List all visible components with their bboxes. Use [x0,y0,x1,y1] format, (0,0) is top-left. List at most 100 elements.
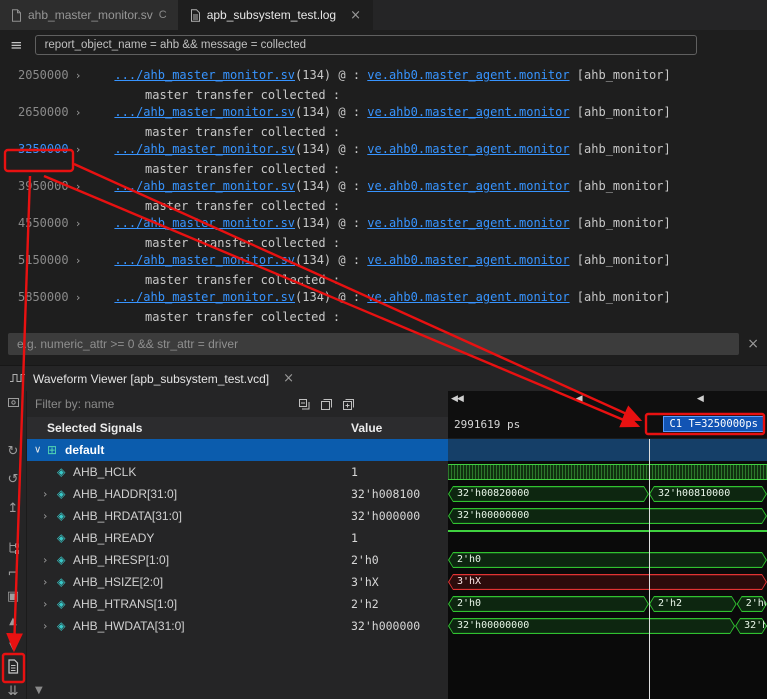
chevron-right-icon[interactable]: › [76,217,80,230]
collapse-all-icon[interactable] [298,398,311,411]
waveform-canvas[interactable]: 32'h00820000 32'h00810000 32'h00000000 2… [448,439,767,699]
signal-row-ahb-hready[interactable]: ◈ AHB_HREADY 1 [27,527,448,549]
signal-row-ahb-hsize[interactable]: › ◈ AHB_HSIZE[2:0] 3'hX [27,571,448,593]
chevron-right-icon[interactable]: › [76,291,80,304]
attribute-filter-bar: × [8,333,759,355]
signal-value: 2'h0 [351,553,379,567]
tab-ahb-master-monitor-sv[interactable]: ahb_master_monitor.sv C [0,0,179,30]
wave-row-default[interactable] [448,439,767,461]
scope-link[interactable]: ve.ahb0.master_agent.monitor [367,253,569,267]
chevron-right-icon[interactable]: › [43,598,47,611]
log-entry: 4550000 › .../ahb_master_monitor.sv(134) @… [18,214,767,251]
file-link[interactable]: .../ahb_master_monitor.sv [114,290,295,304]
attribute-filter-input[interactable] [8,333,740,355]
file-link[interactable]: .../ahb_master_monitor.sv [114,216,295,230]
signal-value: 32'h000000 [351,619,421,633]
signal-row-ahb-htrans[interactable]: › ◈ AHB_HTRANS[1:0] 2'h2 [27,593,448,615]
signal-row-ahb-hresp[interactable]: › ◈ AHB_HRESP[1:0] 2'h0 [27,549,448,571]
wave-row-ahb-hclk[interactable] [448,461,767,483]
scroll-bottom-icon[interactable]: ⇊ [0,685,26,698]
chevron-right-icon[interactable]: › [76,180,80,193]
log-entry: 3950000 › .../ahb_master_monitor.sv(134) @… [18,177,767,214]
scope-link[interactable]: ve.ahb0.master_agent.monitor [367,216,569,230]
signal-row-ahb-hrdata[interactable]: › ◈ AHB_HRDATA[31:0] 32'h000000 [27,505,448,527]
log-timestamp[interactable]: 2050000 [18,66,70,85]
move-down-icon[interactable]: ▼ [0,642,26,652]
file-link[interactable]: .../ahb_master_monitor.sv [114,179,295,193]
prev-marker-icon[interactable]: ◀ [576,394,583,404]
log-timestamp[interactable]: 4550000 [18,214,70,233]
signal-row-ahb-haddr[interactable]: › ◈ AHB_HADDR[31:0] 32'h008100 [27,483,448,505]
move-up-icon[interactable]: ▲ [0,617,26,627]
signal-row-ahb-hwdata[interactable]: › ◈ AHB_HWDATA[31:0] 32'h000000 [27,615,448,637]
wave-row-ahb-htrans[interactable]: 2'h0 2'h2 2'h0 [448,593,767,615]
log-filter-text: report_object_name = ahb && message = co… [44,39,307,51]
group-label: default [65,443,105,457]
signal-group-default[interactable]: ∨ ⊞ default [27,439,448,461]
scope-link[interactable]: ve.ahb0.master_agent.monitor [367,179,569,193]
chevron-right-icon[interactable]: › [43,576,47,589]
record-icon[interactable]: ▣ [0,590,26,603]
new-group-icon[interactable] [320,398,333,411]
chevron-right-icon[interactable]: › [43,554,47,567]
rewind-marker-icon[interactable]: ◀◀ [451,394,464,404]
scroll-top-icon[interactable]: ↥ [0,502,26,515]
snapshot-icon[interactable] [0,396,26,411]
chevron-right-icon[interactable]: › [76,254,80,267]
refresh-icon[interactable]: ↻ [0,445,26,458]
file-link[interactable]: .../ahb_master_monitor.sv [114,105,295,119]
signal-filter-input[interactable] [35,397,289,411]
chevron-right-icon[interactable]: › [76,69,80,82]
wave-row-ahb-hresp[interactable]: 2'h0 [448,549,767,571]
cursor-time-label[interactable]: C1 T=3250000ps [663,416,764,432]
tab-apb-subsystem-test-log[interactable]: apb_subsystem_test.log × [178,0,374,30]
wave-row-ahb-haddr[interactable]: 32'h00820000 32'h00810000 [448,483,767,505]
scope-link[interactable]: ve.ahb0.master_agent.monitor [367,290,569,304]
wave-row-ahb-hrdata[interactable]: 32'h00000000 [448,505,767,527]
chevron-right-icon[interactable]: › [43,510,47,523]
file-link[interactable]: .../ahb_master_monitor.sv [114,142,295,156]
panel-title[interactable]: Waveform Viewer [apb_subsystem_test.vcd] [33,372,269,386]
scroll-down-icon[interactable]: ▼ [35,685,43,696]
close-icon[interactable]: × [350,8,361,23]
chevron-right-icon[interactable]: › [43,620,47,633]
file-link[interactable]: .../ahb_master_monitor.sv [114,68,295,82]
log-filter-chip[interactable]: report_object_name = ahb && message = co… [34,35,697,55]
waveform-pane[interactable]: ◀◀ ◀ ◀ 2991619 ps C1 T=3250000ps 32'h008… [448,391,767,699]
waveform-cursor[interactable] [648,439,650,699]
signal-icon: ◈ [57,465,66,479]
wave-row-ahb-hwdata[interactable]: 32'h00000000 32'h00 [448,615,767,637]
sync-icon[interactable]: ↺ [0,473,26,486]
scope-link[interactable]: ve.ahb0.master_agent.monitor [367,105,569,119]
signal-icon: ◈ [57,553,66,567]
chevron-right-icon[interactable]: › [43,488,47,501]
chevron-right-icon[interactable]: › [76,106,80,119]
wave-row-ahb-hready[interactable] [448,527,767,549]
log-timestamp[interactable]: 3950000 [18,177,70,196]
signal-row-ahb-hclk[interactable]: ◈ AHB_HCLK 1 [27,461,448,483]
scope-link[interactable]: ve.ahb0.master_agent.monitor [367,68,569,82]
log-entry: 5150000 › .../ahb_master_monitor.sv(134) @… [18,251,767,288]
file-link[interactable]: .../ahb_master_monitor.sv [114,253,295,267]
measure-icon[interactable]: ⌐ [0,567,26,580]
file-icon[interactable] [0,659,26,676]
signal-value: 1 [351,531,358,545]
wave-row-ahb-hsize[interactable]: 3'hX [448,571,767,593]
log-timestamp[interactable]: 5150000 [18,251,70,270]
menu-icon[interactable]: ≡ [10,36,23,54]
copy-group-icon[interactable] [342,398,355,411]
chevron-right-icon[interactable]: › [76,143,80,156]
hierarchy-icon[interactable] [0,541,26,556]
close-icon[interactable]: × [283,371,294,386]
scope-icon: ⊞ [47,443,58,457]
log-timestamp-selected[interactable]: 3250000 [18,140,70,159]
log-timestamp[interactable]: 5850000 [18,288,70,307]
log-timestamp[interactable]: 2650000 [18,103,70,122]
clear-filter-icon[interactable]: × [747,336,759,352]
scope-link[interactable]: ve.ahb0.master_agent.monitor [367,142,569,156]
chevron-down-icon[interactable]: ∨ [34,445,41,456]
signal-value: 1 [351,465,358,479]
signal-value: 32'h000000 [351,509,421,523]
log-tag: [ahb_monitor] [569,142,671,156]
prev-marker-icon[interactable]: ◀ [697,394,704,404]
